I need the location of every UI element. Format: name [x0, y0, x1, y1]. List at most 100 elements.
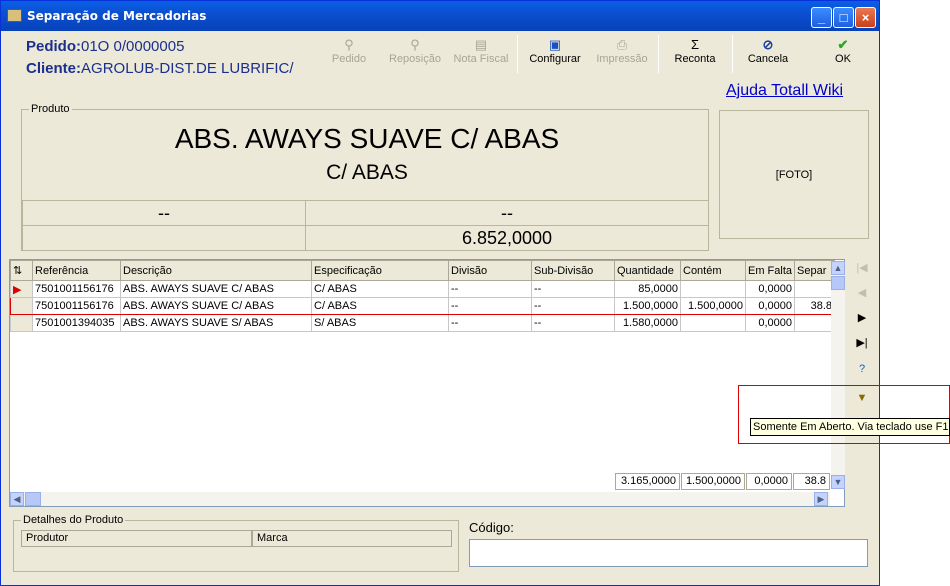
toolbar-separator: [517, 35, 518, 73]
column-header[interactable]: Especificação: [311, 260, 449, 281]
minimize-icon: _: [817, 10, 826, 25]
cell-desc[interactable]: ABS. AWAYS SUAVE C/ ABAS: [120, 297, 312, 315]
reposicao-button-label: Reposição: [389, 53, 441, 65]
product-name: ABS. AWAYS SUAVE C/ ABAS: [174, 123, 560, 154]
cliente-label: Cliente:: [26, 60, 82, 77]
app-icon: [7, 9, 22, 22]
configurar-button[interactable]: ▣ Configurar: [527, 37, 583, 65]
binoculars-icon: ⚲: [344, 37, 354, 52]
cell-ref[interactable]: 7501001156176: [32, 297, 121, 315]
title-bar: Separação de Mercadorias _ □ ×: [1, 1, 879, 31]
scroll-up-icon[interactable]: ▲: [831, 261, 845, 275]
cancela-button[interactable]: ⊘ Cancela: [742, 37, 794, 65]
cell-ref[interactable]: 7501001156176: [32, 280, 121, 298]
window-title: Separação de Mercadorias: [27, 9, 207, 23]
codigo-input[interactable]: [469, 539, 868, 567]
reposicao-button[interactable]: ⚲ Reposição: [387, 37, 443, 65]
cell-espec[interactable]: S/ ABAS: [311, 314, 449, 332]
help-icon[interactable]: ?: [853, 360, 871, 378]
row-indicator: [10, 297, 33, 315]
cell-contem[interactable]: [680, 280, 746, 298]
prev-icon[interactable]: ◀: [853, 284, 871, 302]
cell-div[interactable]: --: [448, 314, 532, 332]
cell-subdiv[interactable]: --: [531, 297, 615, 315]
cell-contem[interactable]: 1.500,0000: [680, 297, 746, 315]
scroll-right-icon[interactable]: ▶: [814, 492, 828, 506]
produto-legend: Produto: [29, 103, 72, 115]
pedido-line: Pedido:01O 0/0000005: [26, 38, 184, 55]
product-field-left: --: [22, 200, 306, 226]
cell-separ[interactable]: [794, 314, 836, 332]
cell-separ[interactable]: [794, 280, 836, 298]
main-window: Separação de Mercadorias _ □ × Pedido:01…: [0, 0, 880, 586]
close-icon: ×: [861, 10, 870, 25]
settings-icon: ▣: [548, 37, 562, 52]
cell-falta[interactable]: 0,0000: [744, 314, 796, 332]
cancel-icon: ⊘: [762, 37, 774, 52]
product-photo: [FOTO]: [719, 110, 869, 239]
grid-header-row: ⇅ Referência Descrição Especificação Div…: [10, 260, 836, 281]
cliente-value: AGROLUB-DIST.DE LUBRIFIC/: [81, 60, 294, 77]
cell-desc[interactable]: ABS. AWAYS SUAVE C/ ABAS: [120, 280, 312, 298]
marca-header[interactable]: Marca: [252, 530, 452, 547]
cell-ref[interactable]: 7501001394035: [32, 314, 121, 332]
detalhes-legend: Detalhes do Produto: [21, 514, 126, 526]
items-grid[interactable]: ⇅ Referência Descrição Especificação Div…: [9, 259, 845, 507]
column-header[interactable]: Quantidade: [614, 260, 681, 281]
produtor-header[interactable]: Produtor: [21, 530, 252, 547]
scroll-thumb[interactable]: [831, 276, 845, 290]
impressao-button-label: Impressão: [596, 53, 648, 65]
column-header[interactable]: Referência: [32, 260, 121, 281]
next-icon[interactable]: ▶: [853, 309, 871, 327]
column-header[interactable]: Separ: [794, 260, 836, 281]
column-header[interactable]: Sub-Divisão: [531, 260, 615, 281]
first-icon[interactable]: |◀: [853, 259, 871, 277]
total-contem: 1.500,0000: [681, 473, 745, 490]
minimize-button[interactable]: _: [811, 7, 832, 28]
scroll-down-icon[interactable]: ▼: [831, 475, 845, 489]
maximize-button[interactable]: □: [833, 7, 854, 28]
pedido-button[interactable]: ⚲ Pedido: [331, 37, 367, 65]
column-header[interactable]: Em Falta: [744, 260, 796, 281]
cell-contem[interactable]: [680, 314, 746, 332]
close-button[interactable]: ×: [855, 7, 876, 28]
column-header[interactable]: Descrição: [120, 260, 312, 281]
cell-espec[interactable]: C/ ABAS: [311, 297, 449, 315]
cell-desc[interactable]: ABS. AWAYS SUAVE S/ ABAS: [120, 314, 312, 332]
column-chooser-icon[interactable]: ⇅: [10, 260, 33, 281]
cell-subdiv[interactable]: --: [531, 280, 615, 298]
help-wiki-link[interactable]: Ajuda Totall Wiki: [726, 82, 843, 100]
cell-qtd[interactable]: 85,0000: [614, 280, 681, 298]
scroll-thumb[interactable]: [25, 492, 41, 506]
vertical-scrollbar[interactable]: ▲ ▼: [831, 261, 845, 489]
cell-separ[interactable]: 38.8: [794, 297, 836, 315]
impressao-button[interactable]: ⎙ Impressão: [594, 37, 650, 65]
cell-falta[interactable]: 0,0000: [744, 297, 796, 315]
cell-qtd[interactable]: 1.500,0000: [614, 297, 681, 315]
sigma-icon: Σ: [690, 37, 700, 52]
cell-div[interactable]: --: [448, 280, 532, 298]
check-icon: ✔: [837, 37, 849, 52]
tooltip: Somente Em Aberto. Via teclado use F10: [750, 418, 950, 436]
ok-button[interactable]: ✔ OK: [827, 37, 859, 65]
cliente-line: Cliente:AGROLUB-DIST.DE LUBRIFIC/: [26, 60, 294, 77]
last-icon[interactable]: ▶|: [853, 334, 871, 352]
product-field-empty: [22, 225, 306, 251]
scroll-left-icon[interactable]: ◀: [10, 492, 24, 506]
pedido-label: Pedido:: [26, 38, 81, 55]
pedido-value: 01O 0/0000005: [81, 38, 185, 55]
cell-div[interactable]: --: [448, 297, 532, 315]
table-row[interactable]: 7501001156176 ABS. AWAYS SUAVE C/ ABAS C…: [10, 297, 836, 315]
table-row[interactable]: ▶ 7501001156176 ABS. AWAYS SUAVE C/ ABAS…: [10, 280, 836, 298]
reconta-button[interactable]: Σ Reconta: [668, 37, 722, 65]
column-header[interactable]: Divisão: [448, 260, 532, 281]
cell-falta[interactable]: 0,0000: [744, 280, 796, 298]
cell-qtd[interactable]: 1.580,0000: [614, 314, 681, 332]
nota-fiscal-button[interactable]: ▤ Nota Fiscal: [453, 37, 509, 65]
table-row[interactable]: 7501001394035 ABS. AWAYS SUAVE S/ ABAS S…: [10, 314, 836, 332]
column-header[interactable]: Contém: [680, 260, 746, 281]
cell-subdiv[interactable]: --: [531, 314, 615, 332]
cell-espec[interactable]: C/ ABAS: [311, 280, 449, 298]
horizontal-scrollbar[interactable]: ◀ ▶: [10, 492, 830, 506]
toolbar-separator: [732, 35, 733, 73]
